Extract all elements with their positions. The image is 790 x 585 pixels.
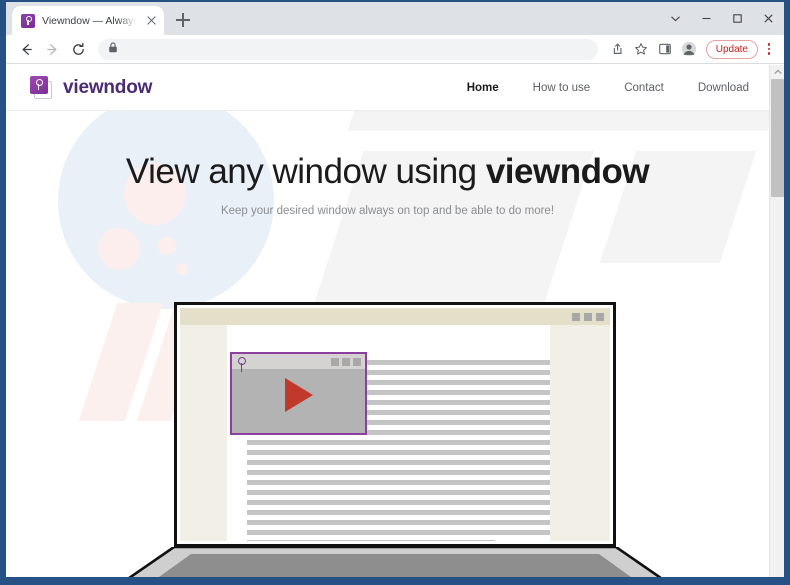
tab-search-chevron-down-icon[interactable]: [660, 2, 691, 35]
site-information-lock-icon[interactable]: [108, 40, 118, 58]
page-viewport: viewndow Home How to use Contact Downloa…: [6, 65, 784, 577]
text-line: [247, 510, 550, 515]
site-header: viewndow Home How to use Contact Downloa…: [6, 65, 769, 111]
text-line: [365, 410, 550, 415]
text-line: [247, 490, 550, 495]
laptop-lid: [174, 302, 616, 547]
watermark-blob: [158, 237, 176, 255]
window-close-box: [353, 357, 361, 366]
nav-link-home[interactable]: Home: [467, 82, 499, 94]
watermark-blob: [98, 228, 140, 270]
text-line: [247, 540, 496, 541]
hero-subtitle: Keep your desired window always on top a…: [220, 204, 555, 217]
viewndow-favicon-icon: [21, 13, 35, 28]
hero-title-bold: viewndow: [485, 152, 650, 191]
text-line: [247, 530, 550, 535]
window-minimize-box: [331, 357, 339, 366]
site-navigation: Home How to use Contact Download: [467, 82, 749, 94]
reload-icon[interactable]: [66, 37, 90, 61]
play-triangle-icon: [284, 378, 313, 413]
text-line: [247, 480, 550, 485]
address-bar[interactable]: [98, 38, 598, 60]
text-line: [365, 370, 550, 375]
always-on-top-pin-icon: [237, 357, 246, 373]
window-controls: [660, 2, 784, 35]
scrollbar-thumb[interactable]: [771, 79, 784, 197]
text-line: [247, 500, 550, 505]
window-minimize-box: [572, 312, 580, 321]
window-maximize-box: [584, 312, 592, 321]
brand-logo[interactable]: viewndow: [30, 75, 153, 100]
close-window-icon[interactable]: [753, 2, 784, 35]
close-tab-icon[interactable]: [144, 14, 158, 28]
side-panel-icon[interactable]: [654, 38, 676, 60]
watermark-blob: [176, 263, 188, 275]
hero-title-plain: View any window using: [125, 152, 486, 191]
maximize-icon[interactable]: [722, 2, 753, 35]
laptop-illustration: [119, 302, 671, 577]
browser-tab[interactable]: Viewndow — Always view desired: [12, 6, 164, 35]
text-line: [365, 390, 550, 395]
web-page: viewndow Home How to use Contact Downloa…: [6, 65, 769, 577]
window-maximize-box: [342, 357, 350, 366]
os-window-frame: Viewndow — Always view desired: [0, 0, 790, 585]
nav-link-contact[interactable]: Contact: [624, 82, 664, 94]
text-line: [365, 400, 550, 405]
profile-avatar-icon[interactable]: [678, 38, 700, 60]
text-line: [247, 520, 550, 525]
text-line: [247, 450, 550, 455]
share-icon[interactable]: [606, 38, 628, 60]
nav-link-how-to-use[interactable]: How to use: [533, 82, 591, 94]
tab-title: Viewndow — Always view desired: [42, 14, 137, 27]
browser-toolbar: Update: [6, 35, 784, 64]
text-line: [247, 460, 550, 465]
text-line: [365, 420, 550, 425]
text-line: [247, 470, 550, 475]
chrome-browser-window: Viewndow — Always view desired: [6, 2, 784, 577]
nav-link-download[interactable]: Download: [698, 82, 749, 94]
forward-arrow-icon[interactable]: [40, 37, 64, 61]
minimize-icon[interactable]: [691, 2, 722, 35]
hero-section: View any window using viewndow Keep your…: [6, 111, 769, 217]
tab-strip: Viewndow — Always view desired: [6, 2, 784, 35]
text-line: [365, 360, 550, 365]
window-close-box: [596, 312, 604, 321]
menu-dot: [767, 47, 771, 51]
floating-window-titlebar: [232, 354, 365, 369]
screen-window-titlebar: [180, 308, 610, 325]
back-arrow-icon[interactable]: [14, 37, 38, 61]
bookmark-star-icon[interactable]: [630, 38, 652, 60]
brand-name: viewndow: [63, 76, 153, 98]
floating-video-window: [230, 352, 367, 435]
viewndow-logo-pin-icon: [30, 75, 54, 100]
page-title: View any window using viewndow: [6, 152, 769, 192]
menu-dot: [767, 52, 771, 55]
new-tab-button[interactable]: [170, 7, 196, 33]
update-button[interactable]: Update: [705, 39, 758, 59]
text-line: [247, 440, 550, 445]
laptop-base: [128, 547, 662, 577]
text-line: [365, 380, 550, 385]
update-button-label: Update: [715, 43, 748, 55]
page-scrollbar[interactable]: [769, 65, 784, 577]
logo-front-square: [30, 75, 48, 94]
scroll-up-arrow-icon[interactable]: [770, 65, 784, 78]
chrome-menu-icon[interactable]: [760, 38, 778, 60]
menu-dot: [767, 43, 771, 46]
laptop-screen: [180, 308, 610, 541]
